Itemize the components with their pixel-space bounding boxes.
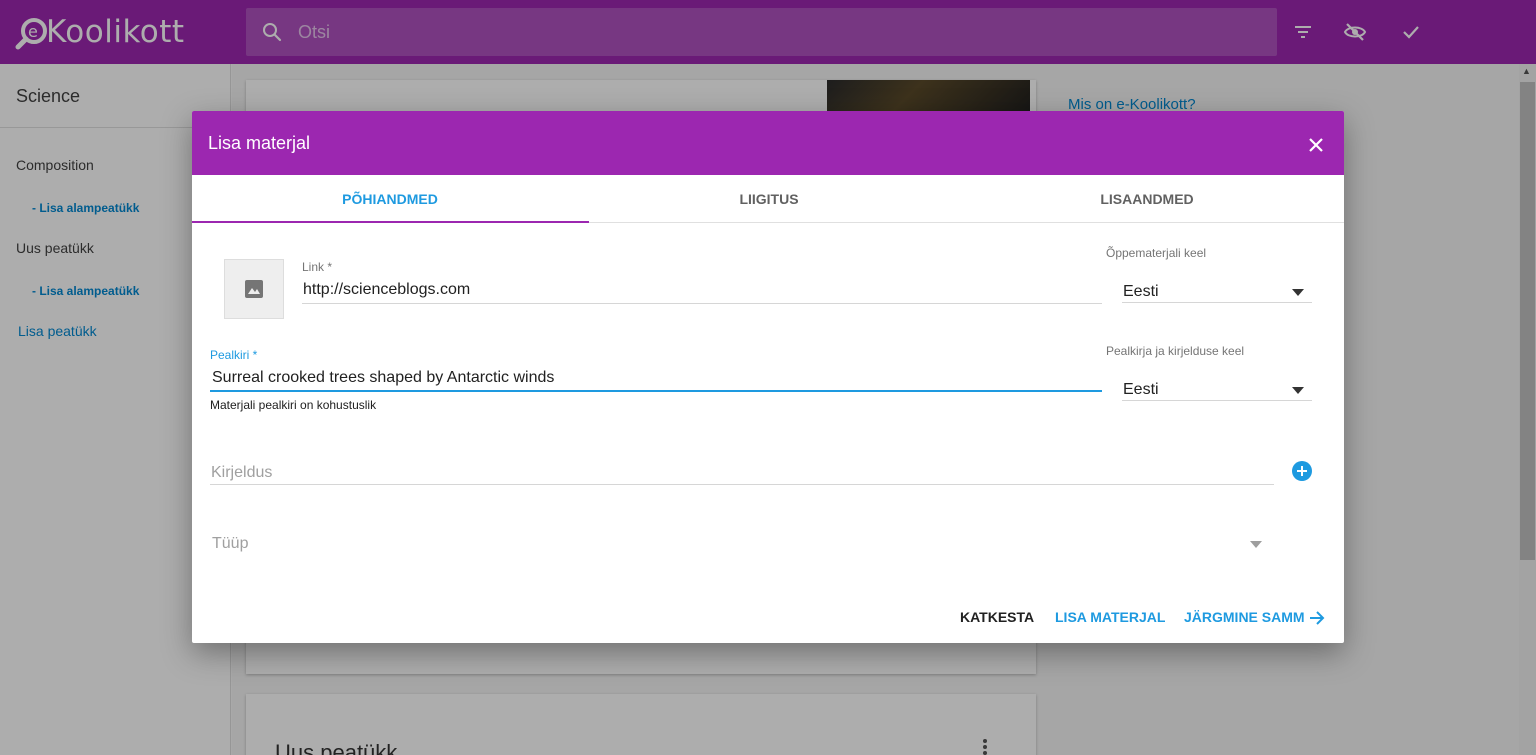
add-description-button[interactable] <box>1292 461 1312 481</box>
title-label: Pealkiri * <box>210 348 258 362</box>
tab-lisaandmed[interactable]: LISAANDMED <box>955 175 1339 223</box>
tab-indicator <box>192 221 589 223</box>
dropdown-arrow-icon[interactable] <box>1292 289 1304 296</box>
link-underline <box>302 303 1102 304</box>
description-input[interactable]: Kirjeldus <box>211 464 272 482</box>
title-input[interactable]: Surreal crooked trees shaped by Antarcti… <box>212 369 554 387</box>
thumbnail-picker[interactable] <box>224 259 284 319</box>
add-material-button[interactable]: LISA MATERJAL <box>1055 609 1165 625</box>
arrow-forward-icon[interactable] <box>1308 609 1326 627</box>
dialog-header: Lisa materjal <box>192 111 1344 175</box>
dropdown-arrow-icon[interactable] <box>1250 541 1262 548</box>
image-icon <box>245 280 263 298</box>
description-underline <box>210 484 1274 485</box>
close-button[interactable] <box>1302 131 1330 159</box>
close-icon <box>1309 138 1323 152</box>
title-hint: Materjali pealkiri on kohustuslik <box>210 398 377 412</box>
type-select[interactable]: Tüüp <box>212 535 248 553</box>
cancel-button[interactable]: KATKESTA <box>960 609 1034 625</box>
title-underline <box>210 390 1102 392</box>
title-language-underline <box>1122 400 1312 401</box>
link-label: Link * <box>302 260 333 274</box>
dialog-tabs: PÕHIANDMED LIIGITUS LISAANDMED <box>192 175 1344 223</box>
link-input[interactable]: http://scienceblogs.com <box>303 281 470 299</box>
title-language-label: Pealkirja ja kirjelduse keel <box>1106 344 1245 358</box>
material-language-underline <box>1122 302 1312 303</box>
tab-pohiandmed[interactable]: PÕHIANDMED <box>198 175 582 223</box>
add-icon <box>1297 466 1307 476</box>
dialog-title: Lisa materjal <box>208 133 311 153</box>
next-step-button[interactable]: JÄRGMINE SAMM <box>1184 609 1305 625</box>
material-language-label: Õppematerjali keel <box>1106 246 1207 260</box>
dropdown-arrow-icon[interactable] <box>1292 387 1304 394</box>
material-language-select[interactable]: Eesti <box>1123 283 1159 301</box>
tab-liigitus[interactable]: LIIGITUS <box>577 175 961 223</box>
title-language-select[interactable]: Eesti <box>1123 381 1159 399</box>
add-material-dialog: Lisa materjal PÕHIANDMED LIIGITUS LISAAN… <box>192 111 1344 643</box>
